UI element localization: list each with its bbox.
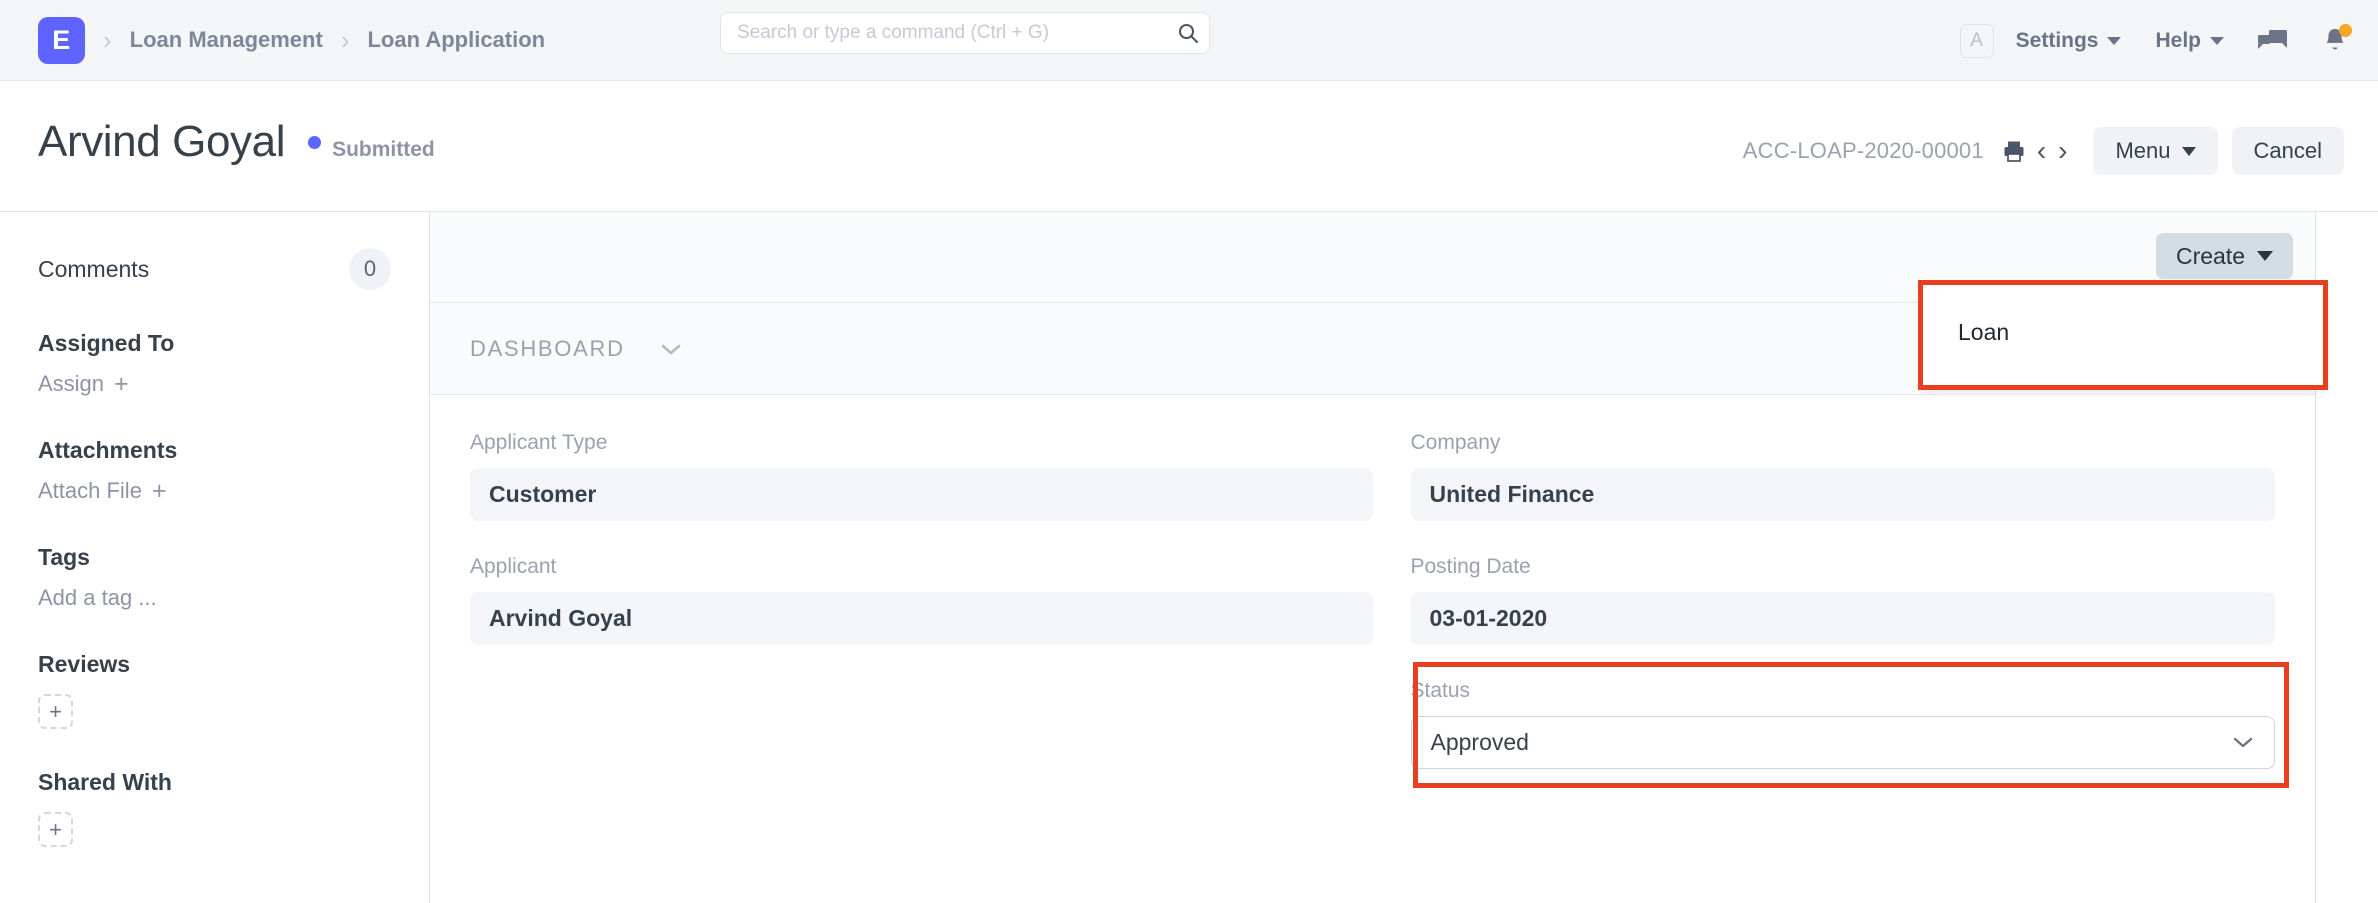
print-icon[interactable] [2002,139,2026,163]
page-header-actions: ACC-LOAP-2020-00001 ‹ › Menu Cancel [1743,127,2344,175]
field-applicant: Applicant Arvind Goyal [470,555,1373,645]
sidebar-section-assigned-to: Assigned To Assign + [38,330,391,397]
comments-label: Comments [38,256,149,283]
breadcrumb-loan-management[interactable]: Loan Management [130,27,323,53]
field-applicant-type: Applicant Type Customer [470,431,1373,521]
applicant-value[interactable]: Arvind Goyal [470,592,1373,645]
chevron-down-icon [2107,37,2121,45]
comments-count: 0 [349,248,391,290]
page-header: Arvind Goyal Submitted ACC-LOAP-2020-000… [0,81,2378,211]
page-title: Arvind Goyal [38,117,285,167]
attachments-label: Attachments [38,437,391,464]
form-column-right: Company United Finance Posting Date 03-0… [1373,431,2276,803]
add-shared-user-button[interactable]: + [38,812,73,847]
sidebar-section-reviews: Reviews + [38,651,391,729]
status-select[interactable]: Approved [1411,716,2276,769]
assigned-to-label: Assigned To [38,330,391,357]
attach-file-action[interactable]: Attach File + [38,478,391,504]
menu-label: Menu [2115,138,2170,164]
global-search[interactable] [720,12,1210,54]
applicant-type-label: Applicant Type [470,431,1373,455]
notification-badge [2339,24,2352,37]
tags-label: Tags [38,544,391,571]
create-dropdown-menu[interactable]: Loan [1923,285,2323,385]
field-posting-date: Posting Date 03-01-2020 [1411,555,2276,645]
sidebar-section-tags: Tags Add a tag ... [38,544,391,611]
navbar-right-actions: A Settings Help [1960,0,2348,81]
breadcrumb-separator-1: › [103,27,112,53]
chevron-down-icon [2257,251,2273,261]
posting-date-value[interactable]: 03-01-2020 [1411,592,2276,645]
posting-date-label: Posting Date [1411,555,2276,579]
chevron-down-icon [2182,147,2196,156]
title-group: Arvind Goyal Submitted [38,117,435,167]
bell-icon[interactable] [2322,27,2348,55]
dropdown-item-loan[interactable]: Loan [1958,319,2009,346]
help-menu[interactable]: Help [2155,29,2224,53]
status-selected-value: Approved [1431,729,1529,756]
add-review-button[interactable]: + [38,694,73,729]
main-content-card: Create Loan DASHBOARD Applicant Type Cus… [430,212,2316,903]
create-label: Create [2176,243,2245,270]
create-button[interactable]: Create [2156,233,2293,279]
section-label-dashboard: DASHBOARD [470,336,625,362]
left-sidebar: Comments 0 Assigned To Assign + Attachme… [0,212,430,903]
search-input[interactable] [721,13,1167,53]
assign-label: Assign [38,371,104,397]
top-navbar: E › Loan Management › Loan Application A… [0,0,2378,81]
applicant-label: Applicant [470,555,1373,579]
next-record-button[interactable]: › [2052,137,2073,165]
form-fields: Applicant Type Customer Applicant Arvind… [430,395,2315,803]
chevron-down-icon [2210,37,2224,45]
plus-icon: + [152,479,167,504]
cancel-button[interactable]: Cancel [2232,127,2344,175]
applicant-type-value[interactable]: Customer [470,468,1373,521]
attach-file-label: Attach File [38,478,142,504]
app-logo[interactable]: E [38,17,85,64]
breadcrumb-loan-application[interactable]: Loan Application [367,27,545,53]
status-indicator-dot [308,136,321,149]
page-body: Comments 0 Assigned To Assign + Attachme… [0,211,2378,902]
breadcrumb-separator-2: › [341,27,350,53]
add-tag-label: Add a tag ... [38,585,157,611]
sidebar-item-comments[interactable]: Comments 0 [38,248,391,290]
plus-icon: + [114,372,129,397]
help-label: Help [2155,29,2201,53]
field-company: Company United Finance [1411,431,2276,521]
sidebar-section-shared-with: Shared With + [38,769,391,847]
avatar[interactable]: A [1960,24,1994,58]
document-name: ACC-LOAP-2020-00001 [1743,138,1984,164]
field-status: Status Approved [1411,679,2276,769]
menu-button[interactable]: Menu [2093,127,2217,175]
content-toolbar: Create Loan [430,212,2315,303]
status-badge: Submitted [332,138,435,162]
prev-record-button[interactable]: ‹ [2031,137,2052,165]
assign-action[interactable]: Assign + [38,371,391,397]
chevron-down-icon[interactable] [658,341,684,357]
form-column-left: Applicant Type Customer Applicant Arvind… [470,431,1373,803]
shared-with-label: Shared With [38,769,391,796]
sidebar-section-attachments: Attachments Attach File + [38,437,391,504]
company-label: Company [1411,431,2276,455]
status-label: Status [1411,679,2276,703]
company-value[interactable]: United Finance [1411,468,2276,521]
chat-icon[interactable] [2258,28,2288,54]
reviews-label: Reviews [38,651,391,678]
search-icon[interactable] [1167,13,1209,53]
settings-label: Settings [2016,29,2099,53]
add-tag-input[interactable]: Add a tag ... [38,585,391,611]
settings-menu[interactable]: Settings [2016,29,2122,53]
chevron-down-icon[interactable] [2231,735,2255,750]
